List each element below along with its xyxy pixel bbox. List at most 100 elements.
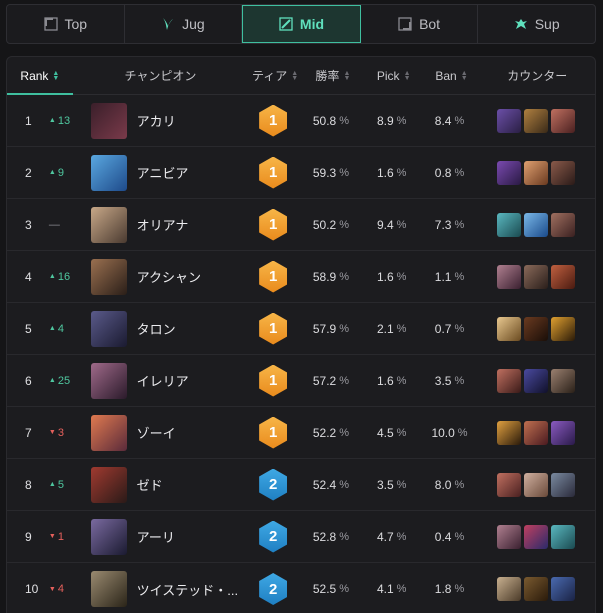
tier-cell: 2 xyxy=(246,520,300,553)
champion-name[interactable]: オリアナ xyxy=(131,215,247,234)
champion-name[interactable]: アクシャン xyxy=(131,267,247,286)
tier-cell: 1 xyxy=(246,260,300,293)
counter-champion-portrait[interactable] xyxy=(497,212,522,237)
counter-champion-portrait[interactable] xyxy=(551,212,576,237)
counter-champion-portrait[interactable] xyxy=(497,524,522,549)
counter-champion-portrait[interactable] xyxy=(497,316,522,341)
counter-champion-portrait[interactable] xyxy=(497,420,522,445)
counter-champion-portrait[interactable] xyxy=(551,264,576,289)
champion-name[interactable]: イレリア xyxy=(131,371,247,390)
pickrate-cell: 8.9% xyxy=(362,114,422,128)
pick-header-label: Pick xyxy=(376,68,400,83)
percent-sign: % xyxy=(339,530,349,543)
champion-portrait[interactable] xyxy=(90,154,127,191)
banrate-value: 8.4 xyxy=(434,113,452,128)
champion-name[interactable]: タロン xyxy=(131,319,247,338)
counter-champion-portrait[interactable] xyxy=(524,316,549,341)
table-row[interactable]: 5 ▲ 4 タロン 1 57.9% 2.1% 0.7% xyxy=(7,303,595,355)
banrate-value: 0.7 xyxy=(434,321,452,336)
rank-column-header[interactable]: Rank ▲ ▼ xyxy=(7,57,73,94)
champion-portrait[interactable] xyxy=(90,571,127,607)
counter-champion-portrait[interactable] xyxy=(551,524,576,549)
champion-portrait[interactable] xyxy=(90,362,127,399)
champion-name[interactable]: アニビア xyxy=(131,163,247,182)
counter-champion-portrait[interactable] xyxy=(524,472,549,497)
counter-champion-portrait[interactable] xyxy=(497,577,522,601)
champion-name[interactable]: アーリ xyxy=(131,527,247,546)
tier-badge: 2 xyxy=(259,468,288,501)
table-row[interactable]: 9 ▼ 1 アーリ 2 52.8% 4.7% 0.4% xyxy=(7,511,595,563)
tab-jug[interactable]: Jug xyxy=(125,5,243,43)
counter-champion-portrait[interactable] xyxy=(497,264,522,289)
tier-column-header[interactable]: ティア ▲ ▼ xyxy=(248,57,302,94)
banrate-cell: 8.4% xyxy=(422,114,478,128)
winrate-value: 50.2 xyxy=(312,217,337,232)
counter-champion-portrait[interactable] xyxy=(497,368,522,393)
pick-column-header[interactable]: Pick ▲ ▼ xyxy=(364,57,424,94)
pickrate-value: 1.6 xyxy=(376,373,394,388)
counter-champion-portrait[interactable] xyxy=(551,108,576,133)
table-row[interactable]: 4 ▲ 16 アクシャン 1 58.9% 1.6% 1.1% xyxy=(7,251,595,303)
percent-sign: % xyxy=(339,374,349,387)
table-row[interactable]: 10 ▼ 4 ツイステッド・... 2 52.5% 4.1% 1.8% xyxy=(7,563,595,613)
table-row[interactable]: 1 ▲ 13 アカリ 1 50.8% 8.9% 8.4% xyxy=(7,95,595,147)
top-lane-icon xyxy=(43,17,58,31)
arrow-down-icon: ▼ xyxy=(48,585,56,593)
champion-name[interactable]: ツイステッド・... xyxy=(131,580,247,599)
table-row[interactable]: 2 ▲ 9 アニビア 1 59.3% 1.6% 0.8% xyxy=(7,147,595,199)
table-row[interactable]: 7 ▼ 3 ゾーイ 1 52.2% 4.5% 10.0% xyxy=(7,407,595,459)
tier-cell: 2 xyxy=(246,468,300,501)
winrate-column-header[interactable]: 勝率 ▲ ▼ xyxy=(302,57,364,94)
table-row[interactable]: 8 ▲ 5 ゼド 2 52.4% 3.5% 8.0% xyxy=(7,459,595,511)
champion-name[interactable]: アカリ xyxy=(131,111,247,130)
counter-champion-portrait[interactable] xyxy=(524,577,549,601)
champion-portrait[interactable] xyxy=(90,414,127,451)
champion-portrait[interactable] xyxy=(90,206,127,243)
counter-champion-portrait[interactable] xyxy=(551,577,576,601)
counter-champion-portrait[interactable] xyxy=(497,472,522,497)
tab-top[interactable]: Top xyxy=(7,5,125,43)
rank-number: 9 xyxy=(25,529,32,544)
counter-champion-portrait[interactable] xyxy=(524,368,549,393)
banrate-value: 0.4 xyxy=(434,529,452,544)
counter-champion-portrait[interactable] xyxy=(551,316,576,341)
counter-champion-portrait[interactable] xyxy=(551,160,576,185)
counter-champion-portrait[interactable] xyxy=(551,420,576,445)
winrate-cell: 52.4% xyxy=(300,478,362,492)
champion-name[interactable]: ゼド xyxy=(131,475,247,494)
banrate-cell: 1.1% xyxy=(422,270,478,284)
counter-champion-portrait[interactable] xyxy=(524,108,549,133)
pickrate-cell: 2.1% xyxy=(362,322,422,336)
tab-sup[interactable]: Sup xyxy=(478,5,595,43)
champion-column-header: チャンピオン xyxy=(73,57,248,94)
counter-champion-portrait[interactable] xyxy=(524,264,549,289)
champion-portrait[interactable] xyxy=(90,102,127,139)
champion-portrait[interactable] xyxy=(90,518,127,555)
counter-champion-portrait[interactable] xyxy=(524,212,549,237)
table-row[interactable]: 3— オリアナ 1 50.2% 9.4% 7.3% xyxy=(7,199,595,251)
counter-champion-portrait[interactable] xyxy=(524,420,549,445)
tab-mid[interactable]: Mid xyxy=(242,5,361,43)
champion-portrait[interactable] xyxy=(90,258,127,295)
counter-champion-portrait[interactable] xyxy=(524,524,549,549)
percent-sign: % xyxy=(339,478,349,491)
champion-name[interactable]: ゾーイ xyxy=(131,423,247,442)
counter-champion-portrait[interactable] xyxy=(551,368,576,393)
table-row[interactable]: 6 ▲ 25 イレリア 1 57.2% 1.6% 3.5% xyxy=(7,355,595,407)
tier-header-label: ティア xyxy=(251,69,288,83)
ban-column-header[interactable]: Ban ▲ ▼ xyxy=(424,57,480,94)
counter-champion-portrait[interactable] xyxy=(497,108,522,133)
champion-portrait[interactable] xyxy=(90,466,127,503)
sort-icon: ▲ ▼ xyxy=(52,69,60,82)
winrate-value: 50.8 xyxy=(312,113,337,128)
tab-bot[interactable]: Bot xyxy=(361,5,479,43)
champion-portrait[interactable] xyxy=(90,310,127,347)
banrate-cell: 0.4% xyxy=(422,530,478,544)
arrow-up-icon: ▲ xyxy=(48,377,56,384)
percent-sign: % xyxy=(396,478,407,491)
counter-champion-portrait[interactable] xyxy=(551,472,576,497)
percent-sign: % xyxy=(396,374,407,387)
counter-champion-portrait[interactable] xyxy=(497,160,522,185)
counter-champion-portrait[interactable] xyxy=(524,160,549,185)
pickrate-value: 3.5 xyxy=(376,477,394,492)
